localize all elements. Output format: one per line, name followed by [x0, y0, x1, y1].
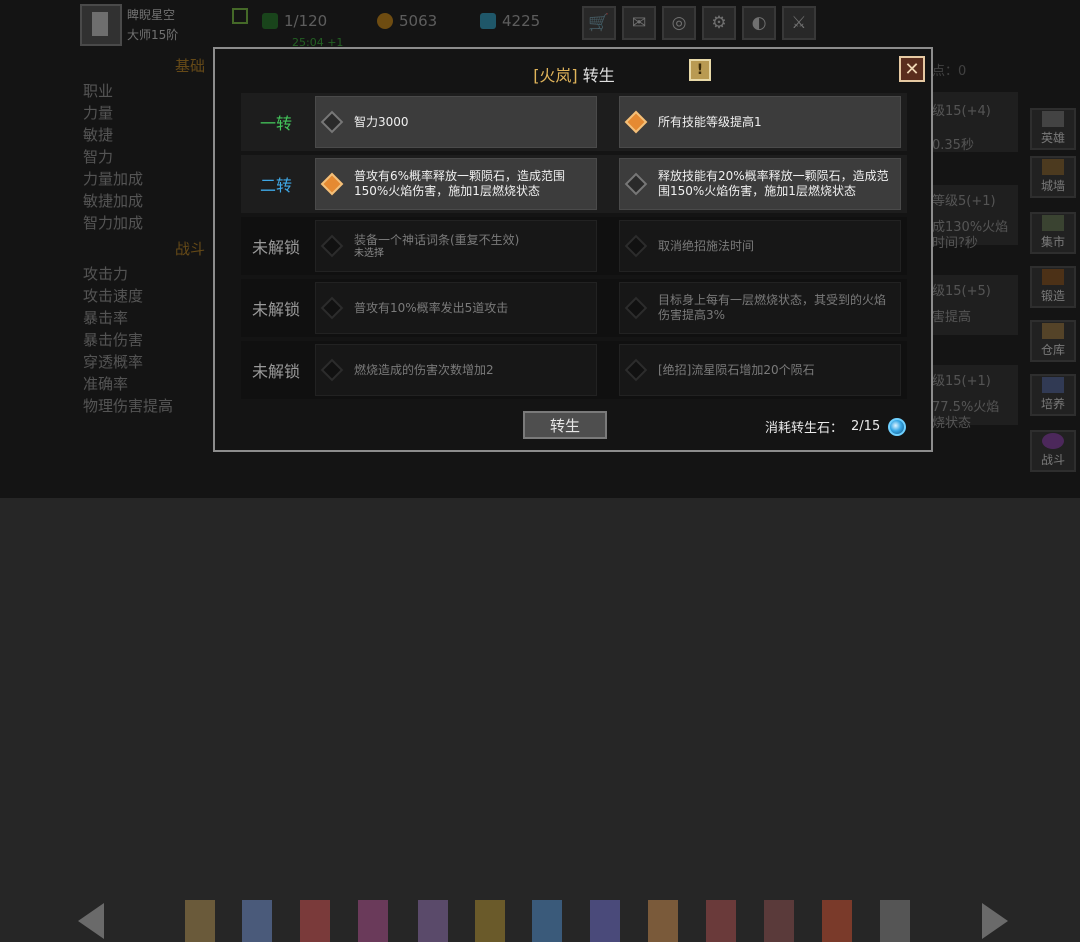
option-text: 智力3000: [354, 114, 409, 129]
rebirth-option-card[interactable]: [绝招]流星陨石增加20个陨石: [619, 344, 901, 396]
hero-portrait[interactable]: [822, 900, 852, 942]
option-diamond-icon: [320, 296, 344, 320]
option-diamond-icon: [624, 358, 648, 382]
hero-portrait[interactable]: [358, 900, 388, 942]
option-diamond-selected-icon: [624, 110, 648, 134]
rebirth-tier-row: 一转 智力3000 所有技能等级提高1: [241, 93, 907, 151]
locked-hero-icon[interactable]: [880, 900, 910, 942]
rebirth-option-card[interactable]: 释放技能有20%概率释放一颗陨石，造成范围150%火焰伤害，施加1层燃烧状态: [619, 158, 901, 210]
option-text: 释放技能有20%概率释放一颗陨石，造成范围150%火焰伤害，施加1层燃烧状态: [658, 169, 889, 198]
option-subtext: 未选择: [354, 247, 384, 259]
rebirth-tier-row-locked: 未解锁 普攻有10%概率发出5道攻击 目标身上每有一层燃烧状态，其受到的火焰伤害…: [241, 279, 907, 337]
rebirth-dialog: [火岚] 转生 ! ✕ 一转 智力3000 所有技能等级提高1 二转 普攻有6%…: [213, 47, 933, 452]
option-text: 取消绝招施法时间: [658, 238, 755, 253]
tier-label: 未解锁: [251, 300, 300, 319]
cost-value: 2/15: [851, 419, 881, 434]
tier-label: 二转: [259, 176, 292, 195]
hero-portrait[interactable]: [532, 900, 562, 942]
hero-portrait[interactable]: [706, 900, 736, 942]
dialog-title: [火岚] 转生: [215, 62, 933, 86]
rebirth-option-card[interactable]: 普攻有6%概率释放一颗陨石，造成范围150%火焰伤害，施加1层燃烧状态: [315, 158, 597, 210]
option-text: 普攻有10%概率发出5道攻击: [354, 300, 509, 315]
option-text: 装备一个神话词条(重复不生效): [354, 232, 520, 247]
tier-label: 未解锁: [251, 238, 300, 257]
hero-portrait[interactable]: [185, 900, 215, 942]
hero-name-tag: [火岚]: [533, 66, 578, 85]
rebirth-stone-icon: [888, 417, 907, 436]
option-text: 普攻有6%概率释放一颗陨石，造成范围150%火焰伤害，施加1层燃烧状态: [354, 169, 566, 198]
option-text: [绝招]流星陨石增加20个陨石: [658, 362, 815, 377]
option-diamond-icon: [320, 110, 344, 134]
hero-portrait[interactable]: [300, 900, 330, 942]
info-icon[interactable]: !: [689, 59, 711, 81]
rebirth-button[interactable]: 转生: [523, 411, 607, 439]
hero-portrait[interactable]: [242, 900, 272, 942]
rebirth-cost: 消耗转生石： 2/15: [765, 417, 907, 436]
rebirth-option-card[interactable]: 所有技能等级提高1: [619, 96, 901, 148]
option-diamond-icon: [624, 234, 648, 258]
rebirth-tier-row-locked: 未解锁 燃烧造成的伤害次数增加2 [绝招]流星陨石增加20个陨石: [241, 341, 907, 399]
dialog-title-text: 转生: [582, 66, 615, 85]
hero-portrait[interactable]: [590, 900, 620, 942]
option-text: 目标身上每有一层燃烧状态，其受到的火焰伤害提高3%: [658, 293, 887, 322]
tier-label: 一转: [259, 114, 292, 133]
scroll-right-arrow-icon[interactable]: [982, 903, 1008, 939]
rebirth-option-card[interactable]: 燃烧造成的伤害次数增加2: [315, 344, 597, 396]
option-diamond-icon: [624, 172, 648, 196]
rebirth-option-card[interactable]: 普攻有10%概率发出5道攻击: [315, 282, 597, 334]
hero-portrait[interactable]: [418, 900, 448, 942]
rebirth-option-card[interactable]: 取消绝招施法时间: [619, 220, 901, 272]
option-text: 所有技能等级提高1: [658, 114, 762, 129]
option-diamond-selected-icon: [320, 172, 344, 196]
option-diamond-icon: [320, 358, 344, 382]
hero-portrait[interactable]: [648, 900, 678, 942]
option-diamond-icon: [624, 296, 648, 320]
rebirth-option-card[interactable]: 智力3000: [315, 96, 597, 148]
scroll-left-arrow-icon[interactable]: [78, 903, 104, 939]
option-text: 燃烧造成的伤害次数增加2: [354, 362, 494, 377]
rebirth-tier-row-locked: 未解锁 装备一个神话词条(重复不生效) 未选择 取消绝招施法时间: [241, 217, 907, 275]
hero-portrait[interactable]: [475, 900, 505, 942]
rebirth-tier-list: 一转 智力3000 所有技能等级提高1 二转 普攻有6%概率释放一颗陨石，造成范…: [241, 93, 907, 403]
cost-label: 消耗转生石：: [765, 421, 844, 436]
option-diamond-icon: [320, 234, 344, 258]
rebirth-tier-row: 二转 普攻有6%概率释放一颗陨石，造成范围150%火焰伤害，施加1层燃烧状态 释…: [241, 155, 907, 213]
rebirth-option-card[interactable]: 装备一个神话词条(重复不生效) 未选择: [315, 220, 597, 272]
tier-label: 未解锁: [251, 362, 300, 381]
rebirth-option-card[interactable]: 目标身上每有一层燃烧状态，其受到的火焰伤害提高3%: [619, 282, 901, 334]
hero-portrait[interactable]: [764, 900, 794, 942]
close-button[interactable]: ✕: [899, 56, 925, 82]
